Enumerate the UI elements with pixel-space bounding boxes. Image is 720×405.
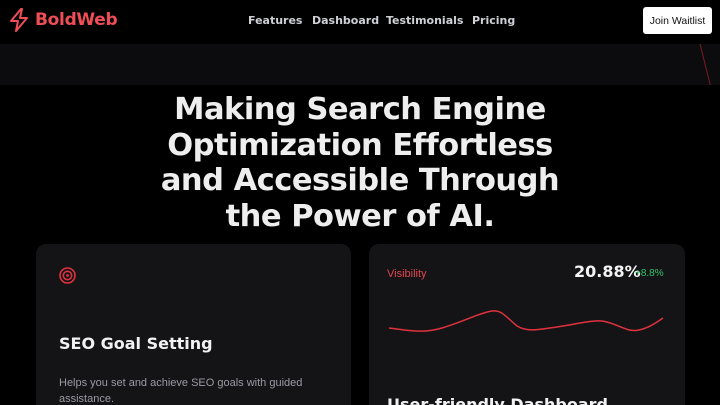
brand-logo[interactable]: BoldWeb: [8, 8, 118, 32]
hero-line-2: Optimization Effortless: [167, 127, 553, 163]
card-description: Helps you set and achieve SEO goals with…: [59, 377, 303, 405]
hero-headline: Making Search Engine Optimization Effort…: [130, 92, 590, 234]
visibility-sparkline: [388, 310, 664, 332]
visibility-label: Visibility: [387, 268, 427, 280]
nav-link-features[interactable]: Features: [248, 14, 302, 27]
nav-link-dashboard[interactable]: Dashboard: [312, 14, 379, 27]
nav-link-testimonials[interactable]: Testimonials: [386, 14, 463, 27]
decorative-band: [0, 44, 720, 85]
top-navbar: BoldWeb Features Dashboard Testimonials …: [0, 0, 720, 44]
visibility-value: 20.88%: [574, 262, 641, 281]
hero-line-1: Making Search Engine: [174, 92, 546, 127]
nav-link-pricing[interactable]: Pricing: [472, 14, 515, 27]
hero-line-3: and Accessible Through: [160, 163, 560, 198]
target-icon: [59, 267, 76, 284]
join-waitlist-button[interactable]: Join Waitlist: [643, 7, 712, 34]
feature-card-dashboard: Visibility 20.88% +8.8% User-friendly Da…: [369, 244, 685, 405]
feature-card-goal-setting: SEO Goal Setting Helps you set and achie…: [36, 244, 351, 405]
card-title: User-friendly Dashboard: [387, 395, 608, 405]
card-title: SEO Goal Setting: [59, 334, 213, 353]
lightning-bolt-icon: [10, 8, 28, 32]
hero-line-4: the Power of AI.: [225, 198, 495, 234]
brand-name: BoldWeb: [35, 10, 118, 30]
decorative-line: [698, 44, 713, 85]
visibility-delta: +8.8%: [635, 268, 664, 279]
